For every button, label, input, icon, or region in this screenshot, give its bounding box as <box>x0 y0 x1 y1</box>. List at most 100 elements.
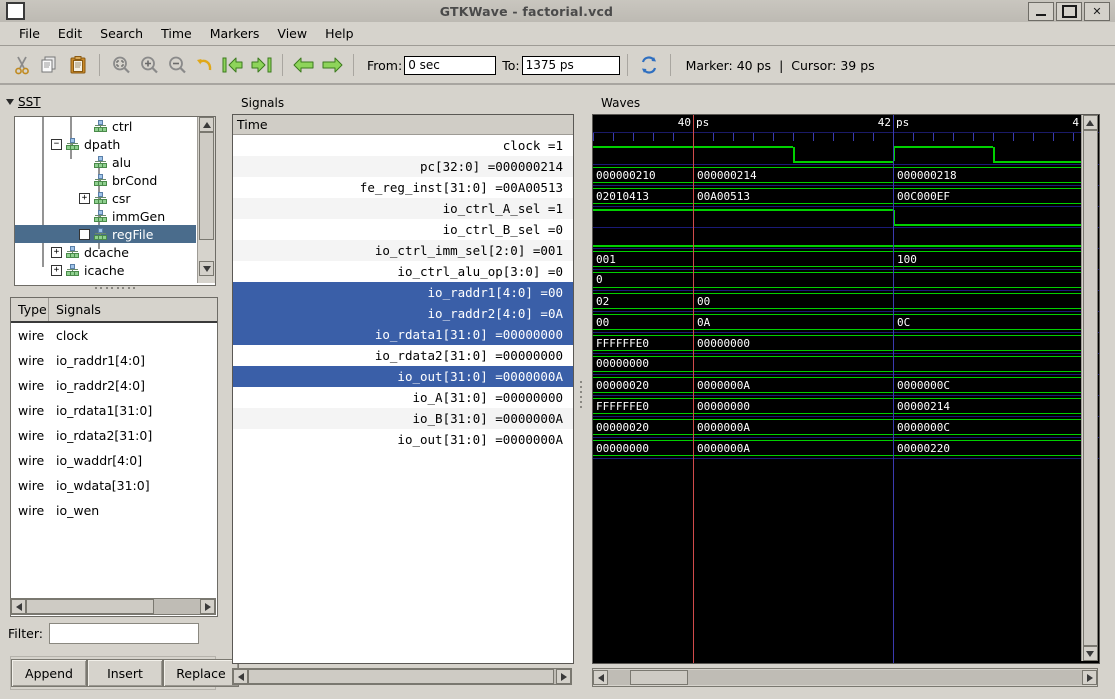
sst-tree-item-immgen[interactable]: immGen <box>15 207 196 225</box>
zoom-fit-icon[interactable] <box>107 51 135 79</box>
menu-help[interactable]: Help <box>316 24 363 43</box>
waves-hscroll-left-button[interactable] <box>593 670 608 685</box>
scroll-up-button[interactable] <box>199 117 214 132</box>
sst-tree-vscrollbar[interactable] <box>197 117 215 283</box>
wave-trace-row[interactable]: 0 <box>593 270 1099 291</box>
hscroll-left-button[interactable] <box>11 599 26 614</box>
wave-trace-row[interactable]: FFFFFFE0 00000000 00000214 <box>593 396 1099 417</box>
signals-pane[interactable]: Time clock =1 pc[32:0] =000000214 fe_reg_i… <box>232 114 574 664</box>
wave-trace-row[interactable]: 001 100 <box>593 249 1099 270</box>
waves-scroll-down-button[interactable] <box>1082 646 1098 661</box>
signal-list-item[interactable]: wire io_raddr2[4:0] <box>11 373 217 398</box>
signal-list-item[interactable]: wire io_wdata[31:0] <box>11 473 217 498</box>
sst-tree-item-icache[interactable]: + icache <box>15 261 196 279</box>
signal-value-row[interactable]: fe_reg_inst[31:0] =00A00513 <box>233 177 573 198</box>
signal-list-item[interactable]: wire io_rdata2[31:0] <box>11 423 217 448</box>
sst-tree-item-ctrl[interactable]: ctrl <box>15 117 196 135</box>
signals-pane-hscrollbar[interactable] <box>232 668 572 685</box>
waves-hscroll-right-button[interactable] <box>1082 670 1097 685</box>
wave-trace-row[interactable] <box>593 207 1099 228</box>
signal-value-row[interactable]: io_raddr1[4:0] =00 <box>233 282 573 303</box>
goto-start-icon[interactable] <box>219 51 247 79</box>
waves-pane[interactable]: 40 ps 42 ps 4 000000210 000000214 000000218 020… <box>592 114 1100 664</box>
close-button[interactable]: ✕ <box>1084 1 1110 21</box>
to-input[interactable] <box>521 55 620 75</box>
wave-trace-row[interactable]: 00000000 <box>593 354 1099 375</box>
primary-marker[interactable] <box>693 115 694 663</box>
waves-hscroll-thumb[interactable] <box>630 670 688 685</box>
signals-hscroll-left-button[interactable] <box>233 669 248 684</box>
sst-tree-item-brcond[interactable]: brCond <box>15 171 196 189</box>
wave-trace-row[interactable]: 02 00 <box>593 291 1099 312</box>
replace-button[interactable]: Replace <box>163 659 239 687</box>
copy-icon[interactable] <box>36 51 64 79</box>
signal-value-row[interactable]: io_ctrl_alu_op[3:0] =0 <box>233 261 573 282</box>
signal-value-row[interactable]: io_ctrl_imm_sel[2:0] =001 <box>233 240 573 261</box>
filter-input[interactable] <box>48 623 199 644</box>
maximize-button[interactable] <box>1056 1 1082 21</box>
menu-markers[interactable]: Markers <box>201 24 269 43</box>
zoom-out-icon[interactable] <box>163 51 191 79</box>
wave-trace-row[interactable]: 00000020 0000000A 0000000C <box>593 417 1099 438</box>
hscroll-thumb[interactable] <box>26 599 154 614</box>
waves-vscrollbar[interactable] <box>1081 115 1098 661</box>
signal-value-row[interactable]: io_ctrl_B_sel =0 <box>233 219 573 240</box>
menu-file[interactable]: File <box>10 24 49 43</box>
wave-trace-row[interactable] <box>593 228 1099 249</box>
wave-trace-row[interactable]: FFFFFFE0 00000000 <box>593 333 1099 354</box>
wave-trace-row[interactable]: 00 0A 0C <box>593 312 1099 333</box>
column-header-type[interactable]: Type <box>11 298 49 321</box>
hscroll-track[interactable] <box>26 599 200 614</box>
append-button[interactable]: Append <box>11 659 87 687</box>
reload-icon[interactable] <box>635 51 663 79</box>
signal-list-item[interactable]: wire clock <box>11 323 217 348</box>
collapse-icon[interactable]: − <box>51 138 62 150</box>
zoom-in-icon[interactable] <box>135 51 163 79</box>
signal-value-row[interactable]: clock =1 <box>233 135 573 156</box>
sst-tree-panel[interactable]: ctrl − dpath alu brCond + csr immGen + regFile + dc… <box>14 116 216 286</box>
menu-edit[interactable]: Edit <box>49 24 91 43</box>
wave-trace-row[interactable]: 00000000 0000000A 00000220 <box>593 438 1099 459</box>
zoom-undo-icon[interactable] <box>191 51 219 79</box>
next-edge-icon[interactable] <box>318 51 346 79</box>
signals-hscroll-track[interactable] <box>248 669 556 684</box>
wave-trace-row[interactable]: 02010413 00A00513 00C000EF <box>593 186 1099 207</box>
wave-trace-row[interactable]: 000000210 000000214 000000218 <box>593 165 1099 186</box>
sst-header[interactable]: SST <box>6 95 41 109</box>
menu-time[interactable]: Time <box>152 24 201 43</box>
sst-tree-item-dcache[interactable]: + dcache <box>15 243 196 261</box>
signal-value-row[interactable]: io_A[31:0] =00000000 <box>233 387 573 408</box>
cut-icon[interactable] <box>8 51 36 79</box>
minimize-button[interactable] <box>1028 1 1054 21</box>
horizontal-pane-grip[interactable] <box>95 287 135 293</box>
signal-list-item[interactable]: wire io_raddr1[4:0] <box>11 348 217 373</box>
sst-tree-item-alu[interactable]: alu <box>15 153 196 171</box>
expand-icon[interactable]: + <box>51 264 62 276</box>
wave-time-ruler[interactable]: 40 ps 42 ps 4 <box>593 115 1099 133</box>
waves-scroll-up-button[interactable] <box>1082 115 1098 130</box>
signal-list-item[interactable]: wire io_wen <box>11 498 217 523</box>
waves-hscroll-track[interactable] <box>608 670 1082 685</box>
signals-hscroll-thumb[interactable] <box>248 669 554 684</box>
signal-value-row[interactable]: pc[32:0] =000000214 <box>233 156 573 177</box>
waves-scroll-thumb[interactable] <box>1082 130 1098 646</box>
menu-search[interactable]: Search <box>91 24 152 43</box>
signal-value-row[interactable]: io_rdata1[31:0] =00000000 <box>233 324 573 345</box>
signal-value-row[interactable]: io_out[31:0] =0000000A <box>233 366 573 387</box>
signals-time-header[interactable]: Time <box>233 115 573 135</box>
expand-icon[interactable]: + <box>79 228 90 240</box>
signal-value-row[interactable]: io_out[31:0] =0000000A <box>233 429 573 450</box>
sst-tree-item-dpath[interactable]: − dpath <box>15 135 196 153</box>
column-header-signals[interactable]: Signals <box>49 298 217 321</box>
from-input[interactable] <box>404 55 497 75</box>
waves-hscrollbar[interactable] <box>592 668 1098 687</box>
vertical-pane-grip[interactable] <box>578 378 584 418</box>
menu-view[interactable]: View <box>268 24 316 43</box>
signals-hscroll-right-button[interactable] <box>556 669 571 684</box>
expand-icon[interactable]: + <box>79 192 90 204</box>
signal-list-panel[interactable]: Type Signals wire clock wire io_raddr1[4:0]… <box>10 297 218 617</box>
expand-icon[interactable]: + <box>51 246 62 258</box>
scroll-thumb[interactable] <box>199 132 214 240</box>
hscroll-right-button[interactable] <box>200 599 215 614</box>
goto-end-icon[interactable] <box>247 51 275 79</box>
